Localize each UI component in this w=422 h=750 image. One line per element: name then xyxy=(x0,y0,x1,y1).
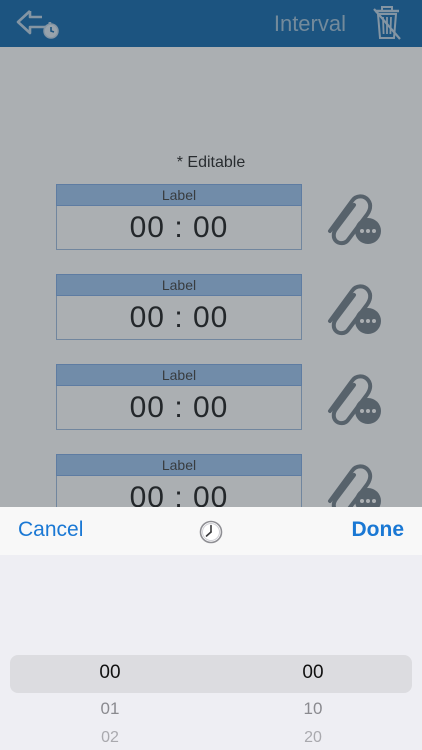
slot-label[interactable]: Label xyxy=(56,454,302,476)
picker-left-option[interactable]: 02 xyxy=(40,729,180,747)
done-button[interactable]: Done xyxy=(352,518,405,542)
interval-slot-1[interactable]: Label 00 : 00 xyxy=(56,184,302,250)
back-button[interactable] xyxy=(14,7,62,41)
trash-icon xyxy=(373,6,401,40)
paperclip-more-icon xyxy=(328,374,381,426)
slot-label[interactable]: Label xyxy=(56,364,302,386)
clock-icon xyxy=(199,520,223,544)
attach-button-2[interactable] xyxy=(318,275,384,337)
back-clock-icon xyxy=(16,10,59,39)
picker-right-option[interactable]: 10 xyxy=(243,699,383,719)
paperclip-more-icon xyxy=(328,284,381,336)
cancel-button[interactable]: Cancel xyxy=(18,518,83,542)
delete-button[interactable] xyxy=(370,5,404,41)
attach-button-3[interactable] xyxy=(318,365,384,427)
slot-label[interactable]: Label xyxy=(56,274,302,296)
picker-right-selected[interactable]: 00 xyxy=(243,662,383,684)
app-screen: Interval * Editable Label 00 : 00 Label … xyxy=(0,0,422,750)
slot-time[interactable]: 00 : 00 xyxy=(56,386,302,430)
picker-right-option[interactable]: 20 xyxy=(243,729,383,747)
interval-slot-3[interactable]: Label 00 : 00 xyxy=(56,364,302,430)
slot-label[interactable]: Label xyxy=(56,184,302,206)
paperclip-more-icon xyxy=(328,194,381,246)
header-bar: Interval xyxy=(0,0,422,47)
time-picker-wheel[interactable]: 00 01 02 00 10 20 xyxy=(0,555,422,750)
attach-button-1[interactable] xyxy=(318,185,384,247)
page-title: Interval xyxy=(273,11,346,36)
slot-time[interactable]: 00 : 00 xyxy=(56,296,302,340)
slot-time[interactable]: 00 : 00 xyxy=(56,206,302,250)
picker-toolbar: Cancel Done xyxy=(0,507,422,555)
editable-note: * Editable xyxy=(176,154,246,171)
picker-left-option[interactable]: 01 xyxy=(40,699,180,719)
interval-slot-2[interactable]: Label 00 : 00 xyxy=(56,274,302,340)
picker-left-selected[interactable]: 00 xyxy=(40,662,180,684)
